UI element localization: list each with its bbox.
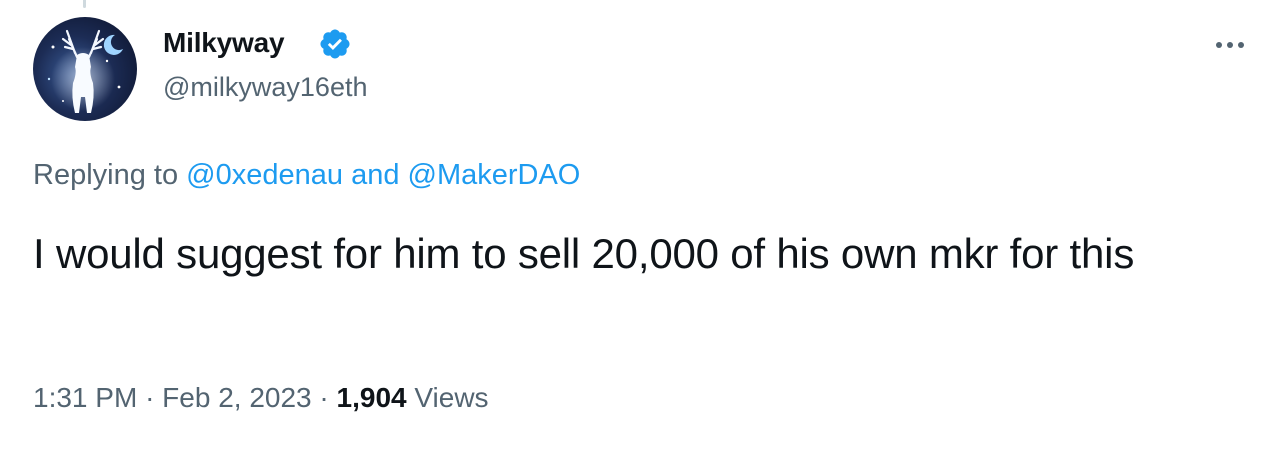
verified-badge-icon[interactable] — [318, 27, 352, 61]
more-horizontal-icon — [1227, 42, 1233, 48]
avatar[interactable] — [33, 17, 137, 121]
thread-connector-line — [83, 0, 86, 8]
author-display-name[interactable]: Milkyway — [163, 26, 285, 60]
meta-separator: · — [145, 382, 155, 413]
views-count[interactable]: 1,904 — [337, 382, 407, 413]
tweet-text: I would suggest for him to sell 20,000 o… — [33, 230, 1135, 277]
mention-link[interactable]: @MakerDAO — [408, 159, 581, 191]
more-options-button[interactable] — [1208, 28, 1252, 62]
mention-link[interactable]: @0xedenau — [186, 159, 343, 191]
tweet-time[interactable]: 1:31 PM — [33, 382, 137, 413]
more-horizontal-icon — [1238, 42, 1244, 48]
author-handle[interactable]: @milkyway16eth — [163, 70, 367, 104]
more-horizontal-icon — [1216, 42, 1222, 48]
stag-silhouette-icon — [43, 29, 123, 115]
meta-separator: · — [319, 382, 329, 413]
mention-joiner[interactable]: and — [351, 159, 399, 191]
views-label: Views — [414, 382, 489, 413]
tweet-date[interactable]: Feb 2, 2023 — [162, 382, 311, 413]
reply-context: Replying to @0xedenau and @MakerDAO — [33, 157, 580, 193]
tweet-metadata: 1:31 PM · Feb 2, 2023 · 1,904 Views — [33, 380, 489, 416]
reply-prefix: Replying to — [33, 159, 179, 191]
